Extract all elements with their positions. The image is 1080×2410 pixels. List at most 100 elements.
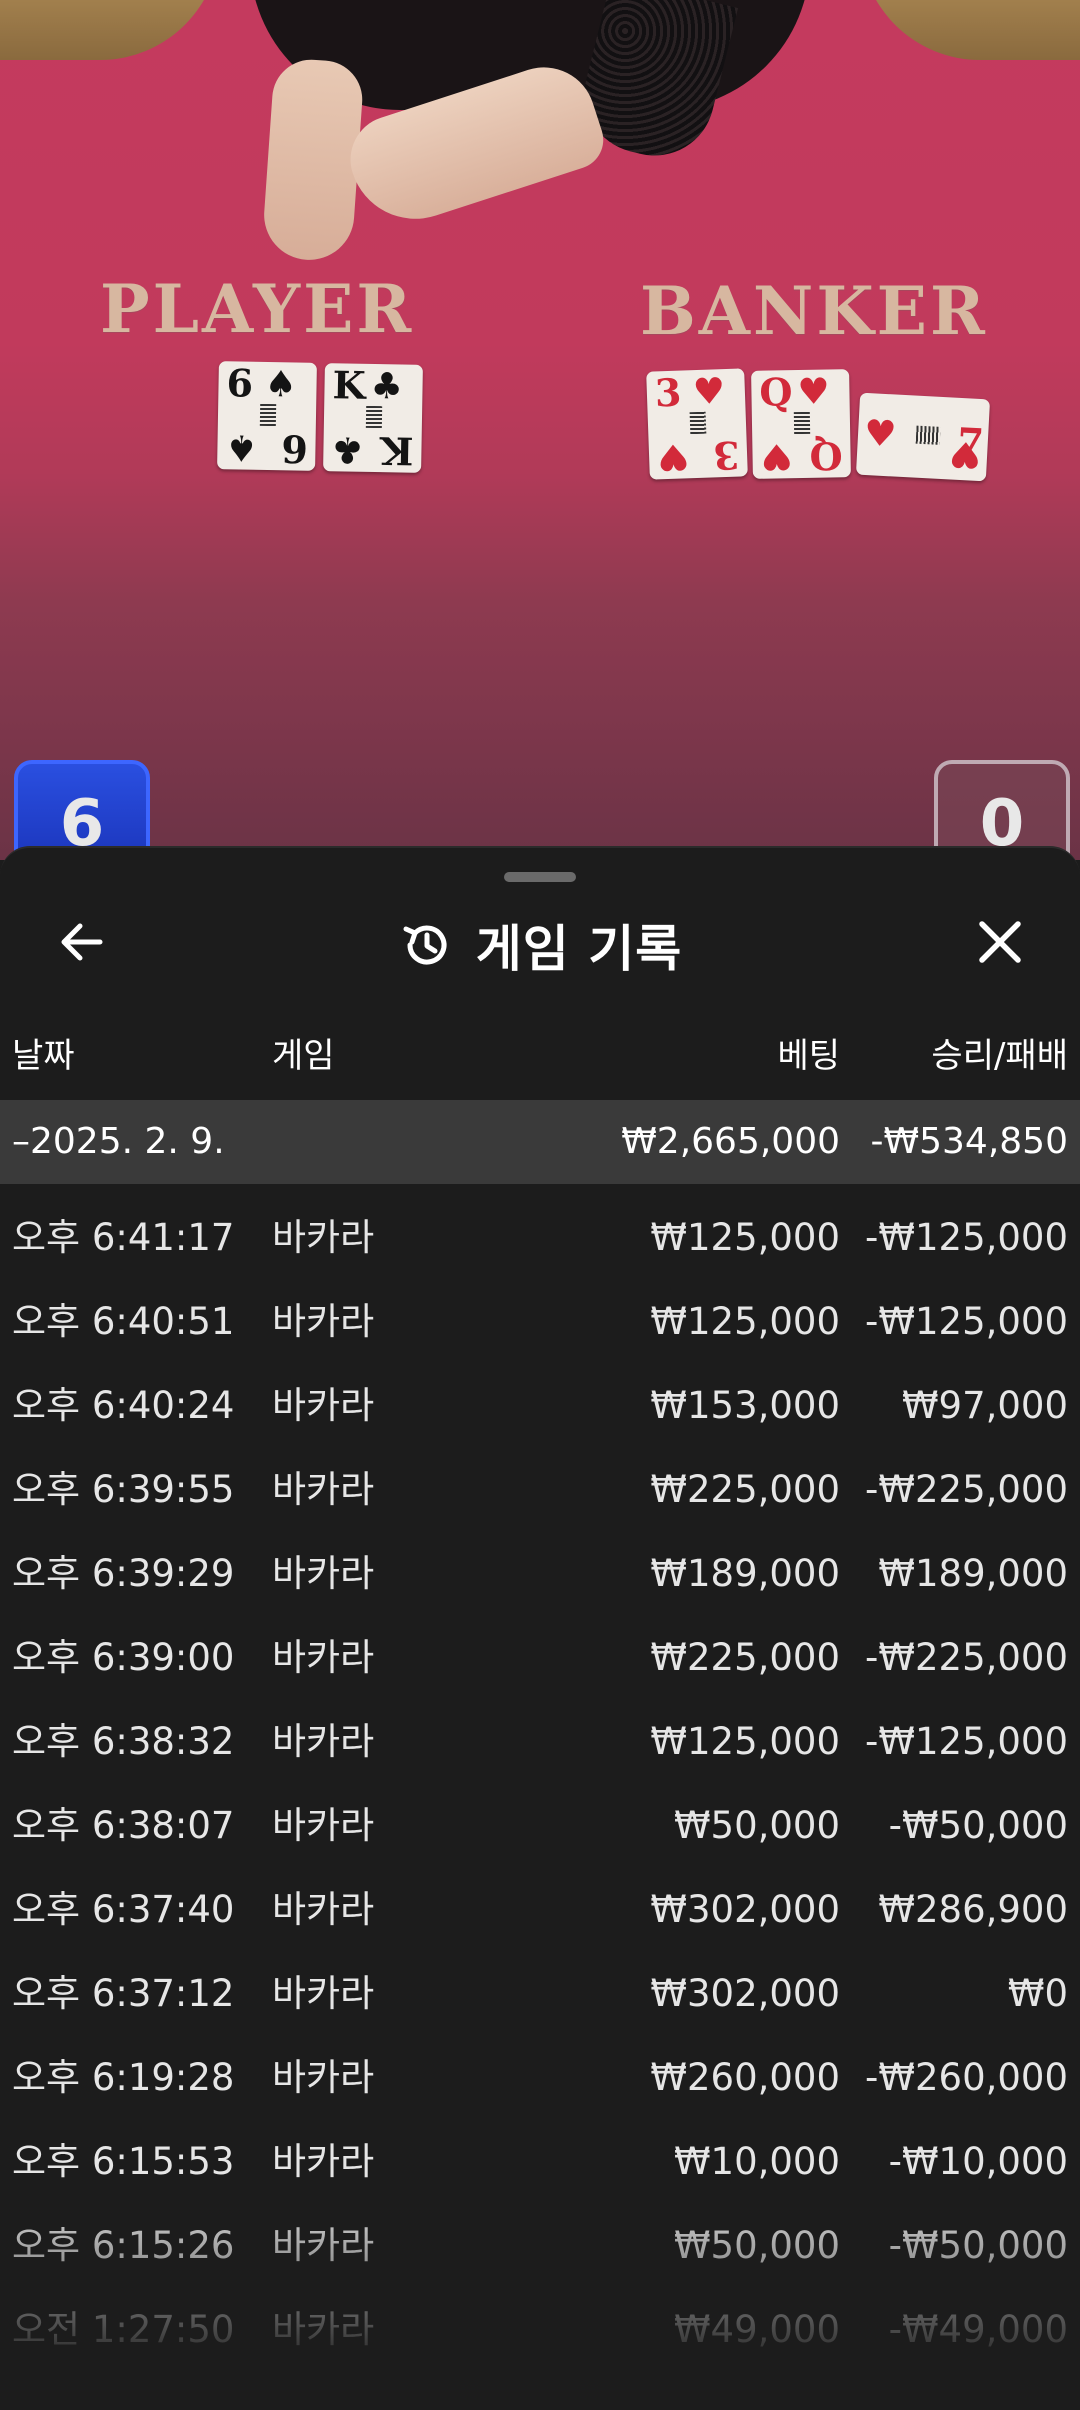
row-time: 오후 6:40:24 <box>12 1384 235 1427</box>
player-card-2: K ♣ ♣ K <box>323 362 423 474</box>
history-row[interactable]: 오후 6:38:32 바카라 ₩125,000 -₩125,000 <box>0 1700 1080 1784</box>
row-bet: ₩125,000 <box>650 1216 840 1259</box>
close-icon <box>979 921 1021 963</box>
sheet-drag-handle[interactable] <box>504 872 576 882</box>
row-result: ₩97,000 <box>901 1384 1068 1427</box>
history-row[interactable]: 오후 6:39:00 바카라 ₩225,000 -₩225,000 <box>0 1616 1080 1700</box>
history-row[interactable]: 오전 1:27:50 바카라 ₩49,000 -₩49,000 <box>0 2288 1080 2372</box>
row-time: 오후 6:15:26 <box>12 2224 235 2267</box>
row-game: 바카라 <box>272 2224 375 2267</box>
back-button[interactable] <box>50 910 114 974</box>
row-time: 오후 6:40:51 <box>12 1300 235 1343</box>
history-row[interactable]: 오후 6:41:17 바카라 ₩125,000 -₩125,000 <box>0 1196 1080 1280</box>
row-time: 오후 6:38:07 <box>12 1804 235 1847</box>
row-game: 바카라 <box>272 1804 375 1847</box>
column-header-bet[interactable]: 베팅 <box>777 1028 840 1077</box>
row-result: ₩0 <box>1007 1972 1068 2015</box>
row-time: 오후 6:37:40 <box>12 1888 235 1931</box>
banker-score-badge: 0 <box>934 760 1070 860</box>
row-result: -₩125,000 <box>865 1300 1068 1343</box>
row-result: -₩125,000 <box>865 1720 1068 1763</box>
row-time: 오후 6:15:53 <box>12 2140 235 2183</box>
history-row[interactable]: 오후 6:19:28 바카라 ₩260,000 -₩260,000 <box>0 2036 1080 2120</box>
row-bet: ₩302,000 <box>650 1888 840 1931</box>
history-icon <box>403 925 447 965</box>
row-game: 바카라 <box>272 2308 375 2351</box>
history-row[interactable]: 오후 6:15:53 바카라 ₩10,000 -₩10,000 <box>0 2120 1080 2204</box>
row-result: -₩125,000 <box>865 1216 1068 1259</box>
arrow-left-icon <box>61 923 103 961</box>
banker-card-2: Q ♥ ♥ Q <box>751 369 851 479</box>
row-bet: ₩260,000 <box>650 2056 840 2099</box>
table-rail-left <box>0 0 220 60</box>
column-header-game[interactable]: 게임 <box>272 1028 335 1077</box>
row-bet: ₩50,000 <box>673 1804 840 1847</box>
row-time: 오후 6:39:29 <box>12 1552 235 1595</box>
row-game: 바카라 <box>272 2140 375 2183</box>
row-result: ₩286,900 <box>878 1888 1068 1931</box>
table-header: 날짜 게임 베팅 승리/패배 <box>0 1028 1080 1088</box>
row-bet: ₩125,000 <box>650 1720 840 1763</box>
row-result: -₩10,000 <box>888 2140 1068 2183</box>
row-time: 오전 1:27:50 <box>12 2308 235 2351</box>
row-game: 바카라 <box>272 2056 375 2099</box>
row-bet: ₩50,000 <box>673 2224 840 2267</box>
row-bet: ₩189,000 <box>650 1552 840 1595</box>
history-row[interactable]: 오후 6:40:24 바카라 ₩153,000 ₩97,000 <box>0 1364 1080 1448</box>
row-bet: ₩302,000 <box>650 1972 840 2015</box>
row-bet: ₩10,000 <box>673 2140 840 2183</box>
history-row[interactable]: 오후 6:37:12 바카라 ₩302,000 ₩0 <box>0 1952 1080 2036</box>
player-score-badge: 6 <box>14 760 150 860</box>
player-label: PLAYER <box>100 270 415 348</box>
row-game: 바카라 <box>272 1468 375 1511</box>
player-card-1: 6 ♠ ♠ 6 <box>217 360 317 472</box>
row-result: ₩189,000 <box>878 1552 1068 1595</box>
row-result: -₩50,000 <box>888 1804 1068 1847</box>
column-header-result[interactable]: 승리/패배 <box>931 1028 1068 1077</box>
history-row[interactable]: 오후 6:37:40 바카라 ₩302,000 ₩286,900 <box>0 1868 1080 1952</box>
row-bet: ₩153,000 <box>650 1384 840 1427</box>
row-game: 바카라 <box>272 1888 375 1931</box>
row-time: 오후 6:37:12 <box>12 1972 235 2015</box>
history-list: 오후 6:41:17 바카라 ₩125,000 -₩125,000 오후 6:40:51… <box>0 1196 1080 2372</box>
row-bet: ₩49,000 <box>673 2308 840 2351</box>
row-game: 바카라 <box>272 1216 375 1259</box>
row-game: 바카라 <box>272 1552 375 1595</box>
sheet-title: 게임 기록 <box>475 920 683 978</box>
row-bet: ₩125,000 <box>650 1300 840 1343</box>
group-result-total: -₩534,850 <box>870 1121 1068 1162</box>
row-time: 오후 6:39:55 <box>12 1468 235 1511</box>
row-result: -₩260,000 <box>865 2056 1068 2099</box>
history-row[interactable]: 오후 6:39:55 바카라 ₩225,000 -₩225,000 <box>0 1448 1080 1532</box>
row-result: -₩50,000 <box>888 2224 1068 2267</box>
row-result: -₩49,000 <box>888 2308 1068 2351</box>
row-result: -₩225,000 <box>865 1468 1068 1511</box>
history-row[interactable]: 오후 6:40:51 바카라 ₩125,000 -₩125,000 <box>0 1280 1080 1364</box>
row-time: 오후 6:19:28 <box>12 2056 235 2099</box>
history-row[interactable]: 오후 6:15:26 바카라 ₩50,000 -₩50,000 <box>0 2204 1080 2288</box>
row-game: 바카라 <box>272 1384 375 1427</box>
game-history-sheet: 게임 기록 날짜 게임 베팅 승리/패배 –2025. 2. 9. ₩2,665… <box>0 846 1080 2410</box>
history-row[interactable]: 오후 6:38:07 바카라 ₩50,000 -₩50,000 <box>0 1784 1080 1868</box>
row-game: 바카라 <box>272 1972 375 2015</box>
history-row[interactable]: 오후 6:39:29 바카라 ₩189,000 ₩189,000 <box>0 1532 1080 1616</box>
row-time: 오후 6:41:17 <box>12 1216 235 1259</box>
row-game: 바카라 <box>272 1636 375 1679</box>
row-game: 바카라 <box>272 1720 375 1763</box>
live-video-feed: PLAYER BANKER 6 ♠ ♠ 6 K ♣ ♣ K 3 ♥ ♥ 3 Q … <box>0 0 1080 860</box>
row-result: -₩225,000 <box>865 1636 1068 1679</box>
close-button[interactable] <box>968 910 1032 974</box>
row-bet: ₩225,000 <box>650 1636 840 1679</box>
column-header-date[interactable]: 날짜 <box>12 1028 75 1077</box>
row-bet: ₩225,000 <box>650 1468 840 1511</box>
row-time: 오후 6:38:32 <box>12 1720 235 1763</box>
sheet-header: 게임 기록 <box>0 910 1080 980</box>
banker-card-1: 3 ♥ ♥ 3 <box>646 368 748 480</box>
row-game: 바카라 <box>272 1300 375 1343</box>
row-time: 오후 6:39:00 <box>12 1636 235 1679</box>
banker-card-3: ♥ 7 ♥ <box>855 392 991 482</box>
date-group-row[interactable]: –2025. 2. 9. ₩2,665,000 -₩534,850 <box>0 1100 1080 1184</box>
table-rail-right <box>860 0 1080 60</box>
group-bet-total: ₩2,665,000 <box>621 1121 840 1162</box>
banker-label: BANKER <box>640 272 988 350</box>
